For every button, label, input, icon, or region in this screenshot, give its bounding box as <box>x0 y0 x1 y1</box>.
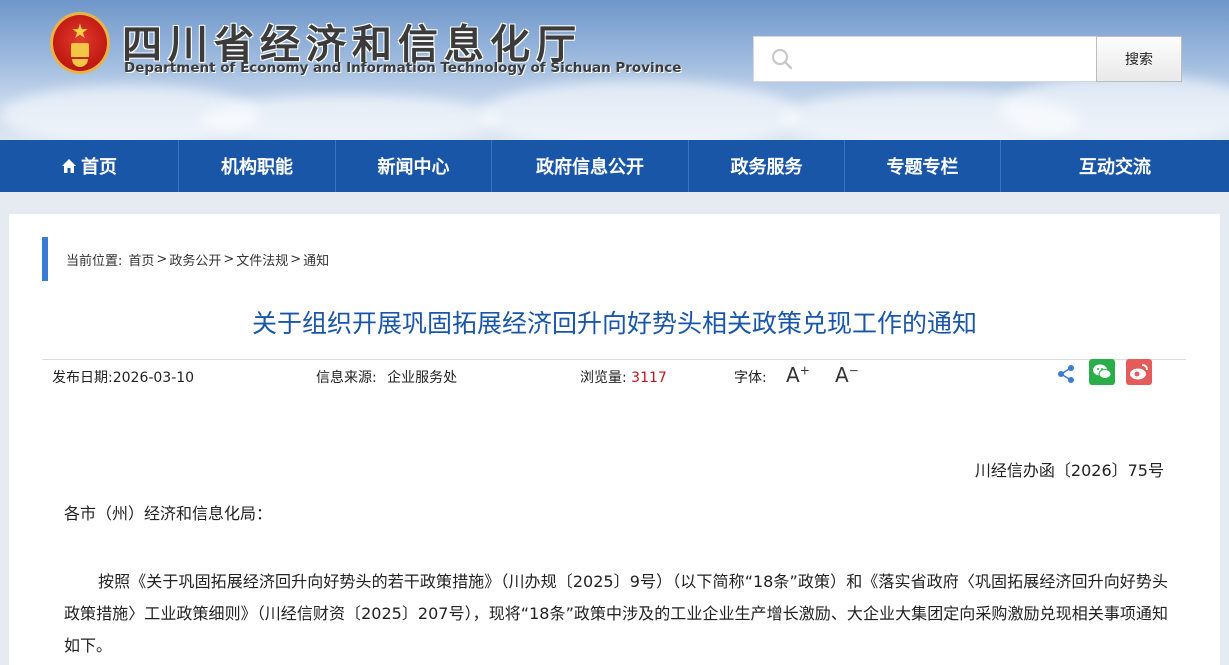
nav-item-services[interactable]: 政务服务 <box>689 140 845 192</box>
content-card: 当前位置: 首页 > 政务公开 > 文件法规 > 通知 关于组织开展巩固拓展经济… <box>9 214 1220 665</box>
breadcrumb-public-affairs[interactable]: 政务公开 <box>169 250 221 269</box>
site-subtitle: Department of Economy and Information Te… <box>124 60 682 76</box>
font-larger-button[interactable]: A+ <box>786 363 810 387</box>
search-box[interactable] <box>753 36 1097 82</box>
nav-item-label: 互动交流 <box>1079 157 1151 178</box>
font-larger-label: A <box>786 363 800 387</box>
info-source-label: 信息来源: <box>316 370 377 386</box>
salutation: 各市（州）经济和信息化局： <box>64 504 273 523</box>
breadcrumb: 当前位置: 首页 > 政务公开 > 文件法规 > 通知 <box>42 237 329 281</box>
home-icon <box>62 159 76 173</box>
breadcrumb-separator: > <box>290 251 302 267</box>
nav-item-news[interactable]: 新闻中心 <box>336 140 492 192</box>
nav-item-home[interactable]: 首页 <box>0 140 179 192</box>
weibo-icon[interactable] <box>1126 359 1152 385</box>
nav-item-label: 政务服务 <box>730 157 803 178</box>
nav-item-label: 首页 <box>81 157 117 178</box>
breadcrumb-regulations[interactable]: 文件法规 <box>236 250 288 269</box>
nav-item-label: 机构职能 <box>221 157 293 178</box>
nav-item-label: 新闻中心 <box>377 157 450 178</box>
body-paragraph: 按照《关于巩固拓展经济回升向好势头的若干政策措施》（川办规〔2025〕9号）（以… <box>64 572 1168 655</box>
nav-item-label: 政府信息公开 <box>536 157 644 178</box>
nav-item-interaction[interactable]: 互动交流 <box>1001 140 1229 192</box>
view-count: 浏览量: 3117 <box>580 367 667 387</box>
wechat-icon[interactable] <box>1089 359 1115 385</box>
site-header: ★ 四川省经济和信息化厅 Department of Economy and I… <box>0 0 1229 140</box>
share-icon[interactable] <box>1055 363 1077 385</box>
font-size-label: 字体: <box>734 370 767 386</box>
font-smaller-label: A <box>835 363 849 387</box>
font-smaller-button[interactable]: A− <box>835 363 859 387</box>
nav-item-org[interactable]: 机构职能 <box>179 140 336 192</box>
publish-date: 发布日期:2026-03-10 <box>52 370 195 386</box>
article-title: 关于组织开展巩固拓展经济回升向好势头相关政策兑现工作的通知 <box>251 309 977 338</box>
search-icon <box>771 48 793 70</box>
view-count-label: 浏览量: <box>580 370 627 386</box>
breadcrumb-home[interactable]: 首页 <box>128 250 154 269</box>
breadcrumb-notice[interactable]: 通知 <box>303 250 329 269</box>
view-count-value: 3117 <box>631 370 667 386</box>
breadcrumb-separator: > <box>156 251 168 267</box>
meta-divider <box>42 359 1186 360</box>
national-emblem-icon[interactable]: ★ <box>50 12 110 74</box>
nav-item-topics[interactable]: 专题专栏 <box>845 140 1001 192</box>
breadcrumb-separator: > <box>223 251 235 267</box>
nav-item-info-disclosure[interactable]: 政府信息公开 <box>492 140 689 192</box>
main-nav: 首页 机构职能 新闻中心 政府信息公开 政务服务 专题专栏 互动交流 <box>0 140 1229 192</box>
breadcrumb-prefix: 当前位置: <box>66 253 123 269</box>
search-button[interactable]: 搜索 <box>1096 36 1182 82</box>
info-source: 信息来源: 企业服务处 <box>316 367 457 387</box>
search-input[interactable] <box>804 43 1088 75</box>
nav-item-label: 专题专栏 <box>886 157 959 178</box>
document-number: 川经信办函〔2026〕75号 <box>974 461 1164 480</box>
info-source-value: 企业服务处 <box>387 370 458 386</box>
